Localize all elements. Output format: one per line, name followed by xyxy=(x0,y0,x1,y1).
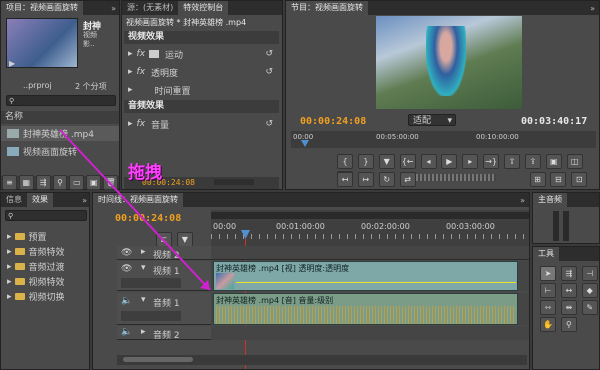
drag-annotation-label: 拖拽 xyxy=(128,163,162,183)
drag-arrow-line xyxy=(59,129,211,291)
drag-arrow xyxy=(59,129,211,291)
